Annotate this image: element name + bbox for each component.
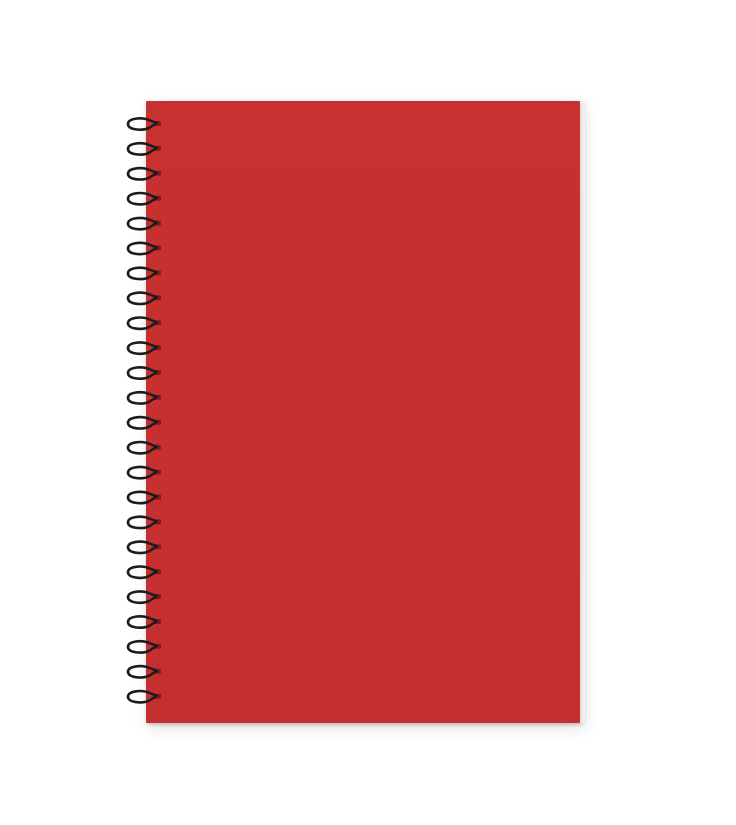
spiral-coil-front-wire	[126, 595, 151, 605]
spiral-coil-back-wire	[126, 141, 151, 151]
spiral-coil	[126, 366, 161, 380]
spiral-coil-back-wire	[126, 316, 151, 325]
spiral-coil-front-wire	[126, 297, 151, 306]
spiral-coil-front-wire	[126, 620, 151, 629]
notebook-cover	[146, 101, 580, 723]
spiral-coil	[126, 565, 161, 580]
spiral-coil-back-wire	[126, 415, 151, 425]
spiral-coil-front-wire	[126, 247, 151, 256]
spiral-coil-back-wire	[126, 341, 151, 350]
spiral-coil-back-wire	[126, 366, 151, 375]
spiral-coil	[126, 341, 161, 356]
spiral-coil-back-wire	[126, 291, 151, 300]
spiral-coil-back-wire	[126, 664, 151, 674]
product-image	[0, 0, 736, 825]
spiral-coil	[126, 390, 161, 405]
spiral-coil	[126, 166, 161, 181]
spiral-coil-front-wire	[126, 272, 151, 281]
spiral-coil-front-wire	[126, 570, 151, 580]
spiral-coil	[126, 465, 161, 480]
spiral-coil-front-wire	[126, 496, 151, 505]
spiral-coil-front-wire	[126, 471, 151, 480]
spiral-coil-front-wire	[126, 172, 151, 181]
spiral-coil	[126, 590, 161, 605]
spiral-coil-back-wire	[126, 241, 151, 250]
spiral-coil-front-wire	[126, 521, 151, 530]
spiral-coil-front-wire	[126, 446, 151, 455]
spiral-coil-back-wire	[126, 216, 151, 225]
spiral-coil-back-wire	[126, 590, 151, 599]
spiral-binding	[122, 116, 170, 708]
spiral-coil-front-wire	[126, 147, 151, 156]
spiral-coil	[126, 490, 161, 505]
spiral-coil-back-wire	[126, 166, 151, 176]
spiral-coil-back-wire	[126, 565, 151, 574]
spiral-coil	[126, 540, 161, 555]
spiral-coil	[126, 316, 161, 331]
spiral-coil-back-wire	[126, 615, 151, 624]
spiral-coil-front-wire	[126, 396, 151, 405]
spiral-coil-back-wire	[126, 515, 151, 524]
spiral-coil	[126, 440, 161, 455]
spiral-coil-back-wire	[126, 390, 151, 400]
spiral-coil-back-wire	[126, 639, 151, 649]
spiral-coil	[126, 639, 161, 654]
spiral-coil-front-wire	[126, 346, 151, 356]
spiral-coil	[126, 291, 161, 306]
spiral-coil-back-wire	[126, 440, 151, 449]
spiral-coil-front-wire	[126, 122, 151, 131]
spiral-coil	[126, 117, 161, 131]
spiral-coil-back-wire	[126, 490, 151, 499]
spiral-coil	[126, 191, 161, 206]
spiral-coil-back-wire	[126, 540, 151, 549]
spiral-coil-front-wire	[126, 222, 151, 231]
spiral-coil-front-wire	[126, 695, 151, 704]
spiral-coil-front-wire	[126, 421, 151, 430]
spiral-coil	[126, 141, 161, 156]
spiral-coil	[126, 216, 161, 231]
spiral-coil	[126, 415, 161, 430]
spiral-coil-front-wire	[126, 371, 151, 380]
spiral-coil	[126, 689, 161, 704]
spiral-coil	[126, 615, 161, 629]
spiral-coil	[126, 266, 161, 281]
spiral-coil-front-wire	[126, 546, 151, 555]
spiral-coil-back-wire	[126, 191, 151, 200]
spiral-coil-back-wire	[126, 689, 151, 698]
spiral-coil-back-wire	[126, 266, 151, 275]
spiral-coil-front-wire	[126, 321, 151, 331]
spiral-coil-front-wire	[126, 645, 151, 654]
spiral-coil-back-wire	[126, 117, 151, 126]
spiral-coil	[126, 241, 161, 256]
spiral-coil-back-wire	[126, 465, 151, 474]
spiral-coil-front-wire	[126, 670, 151, 679]
spiral-coil-front-wire	[126, 197, 151, 206]
spiral-coil	[126, 515, 161, 530]
spiral-coil	[126, 664, 161, 679]
